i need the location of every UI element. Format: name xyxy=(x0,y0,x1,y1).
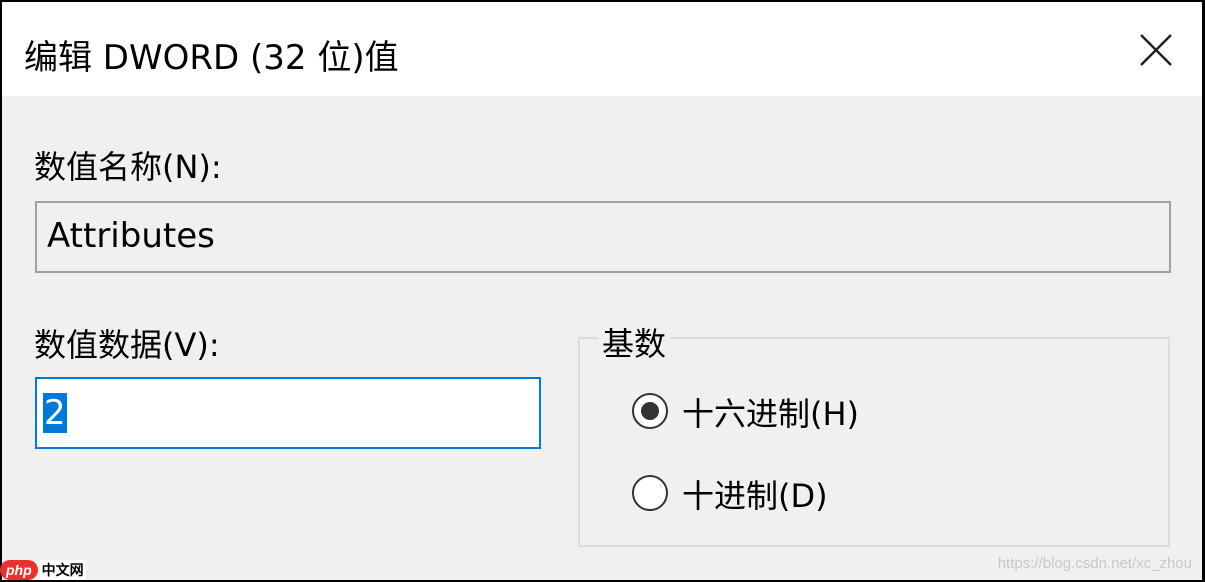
php-badge: php 中文网 xyxy=(0,558,86,582)
value-name-label: 数值名称(N): xyxy=(34,148,222,186)
radio-decimal-circle xyxy=(632,475,668,511)
radio-hexadecimal-label: 十六进制(H) xyxy=(682,395,860,433)
base-group-title: 基数 xyxy=(598,319,671,365)
watermark-url: https://blog.csdn.net/xc_zhou xyxy=(997,555,1192,572)
radio-decimal-label: 十进制(D) xyxy=(682,477,828,515)
php-site-text: 中文网 xyxy=(39,560,86,580)
value-data-input[interactable]: 2 xyxy=(35,377,541,449)
value-data-label: 数值数据(V): xyxy=(34,326,220,364)
php-logo: php xyxy=(0,560,38,580)
radio-selected-dot xyxy=(641,402,659,420)
dialog-title: 编辑 DWORD (32 位)值 xyxy=(24,38,399,78)
edit-dword-dialog: 编辑 DWORD (32 位)值 数值名称(N): Attributes 数值数… xyxy=(2,2,1202,580)
close-icon xyxy=(1140,34,1172,66)
base-groupbox xyxy=(578,337,1170,547)
value-data-text: 2 xyxy=(43,393,67,433)
title-bar: 编辑 DWORD (32 位)值 xyxy=(2,2,1202,96)
close-button[interactable] xyxy=(1130,24,1182,76)
radio-hexadecimal-circle xyxy=(632,393,668,429)
value-name-field[interactable]: Attributes xyxy=(35,201,1171,273)
